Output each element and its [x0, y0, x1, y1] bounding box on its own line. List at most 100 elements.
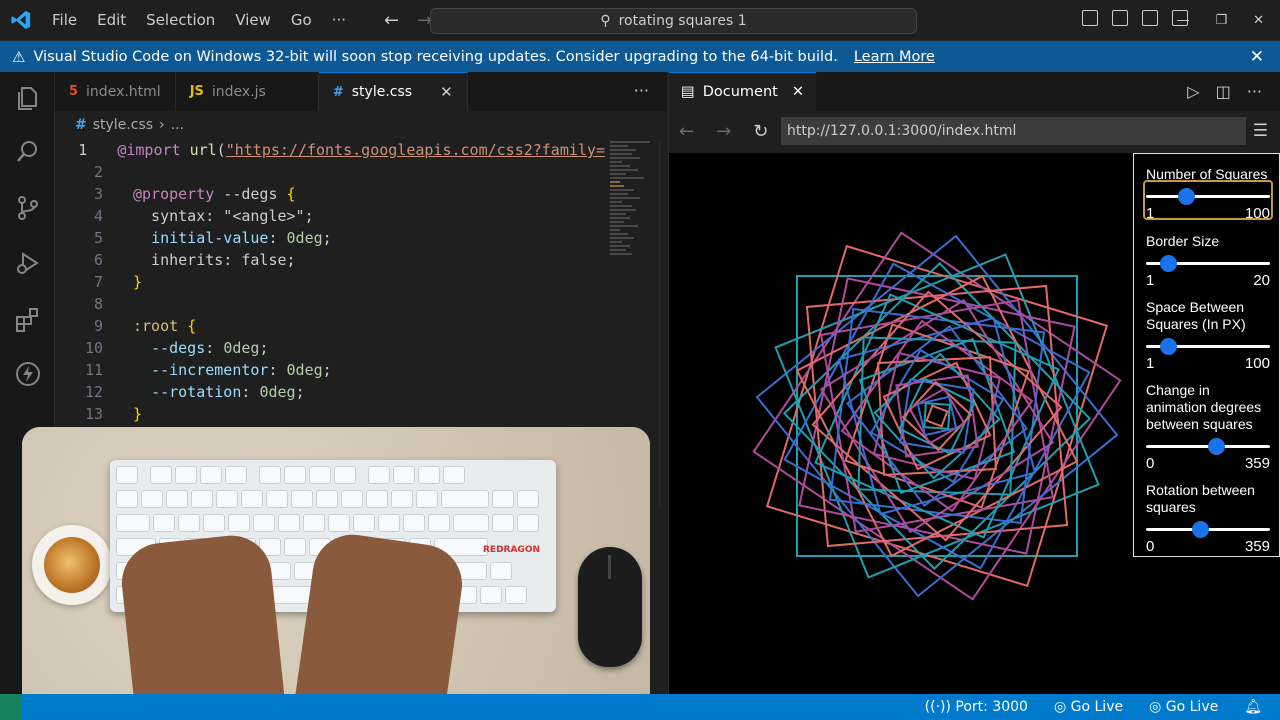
- slider-thumb[interactable]: [1192, 521, 1209, 538]
- control-rotation: Rotation between squares 0 359: [1146, 482, 1270, 555]
- border-slider[interactable]: [1146, 255, 1270, 272]
- editor-tabs: 5 index.html JS index.js # style.css ✕ ·…: [55, 72, 667, 111]
- source-control-icon[interactable]: [14, 194, 42, 222]
- simple-browser-group: ▤ Document ✕ ▷ ◫ ··· ← → ↻ http://127.0.…: [668, 72, 1280, 694]
- square-shape: [828, 307, 1046, 525]
- editor-scrollbar[interactable]: [659, 139, 667, 509]
- code-line: 4 syntax: "<angle>";: [93, 207, 314, 225]
- control-space-between: Space Between Squares (In PX) 1 100: [1146, 299, 1270, 372]
- run-icon[interactable]: ▷: [1187, 82, 1199, 101]
- square-shape: [840, 319, 1034, 513]
- minimize-icon[interactable]: —: [1176, 13, 1189, 28]
- code-line: 6 inherits: false;: [93, 251, 296, 269]
- close-tab-icon[interactable]: ✕: [440, 83, 453, 101]
- slider-max: 100: [1244, 355, 1270, 372]
- title-bar: File Edit Selection View Go ··· ← → ⚲ ro…: [0, 0, 1280, 41]
- learn-more-link[interactable]: Learn More: [854, 49, 935, 65]
- menu-view[interactable]: View: [225, 0, 281, 41]
- browser-back-icon[interactable]: ←: [679, 121, 694, 142]
- slider-thumb[interactable]: [1160, 338, 1177, 355]
- square-shape: [925, 404, 949, 428]
- slider-min: 1: [1146, 205, 1155, 222]
- command-center[interactable]: ⚲ rotating squares 1: [430, 8, 917, 34]
- code-line: 13}: [84, 405, 143, 423]
- square-shape: [877, 356, 997, 476]
- notifications-bell-icon[interactable]: 🔔︎: [1244, 699, 1262, 715]
- menu-file[interactable]: File: [42, 0, 87, 41]
- tab-label: index.js: [211, 83, 266, 100]
- html-file-icon: 5: [69, 84, 79, 99]
- split-editor-icon[interactable]: ◫: [1216, 82, 1231, 101]
- menu-go[interactable]: Go: [281, 0, 322, 41]
- browser-menu-icon[interactable]: ☰: [1253, 121, 1268, 141]
- vscode-logo-icon: [0, 0, 42, 41]
- tab-index-js[interactable]: JS index.js: [176, 72, 319, 111]
- tab-document[interactable]: ▤ Document ✕: [669, 72, 816, 111]
- chevron-right-icon: ›: [159, 117, 165, 133]
- remote-indicator[interactable]: [0, 694, 22, 720]
- run-debug-icon[interactable]: [14, 249, 42, 277]
- rotating-squares-art: [752, 231, 1122, 601]
- code-line: 10 --degs: 0deg;: [84, 339, 269, 357]
- breadcrumb-rest[interactable]: ...: [171, 117, 184, 133]
- slider-min: 0: [1146, 538, 1155, 555]
- slider-thumb[interactable]: [1160, 255, 1177, 272]
- close-banner-icon[interactable]: ✕: [1250, 47, 1264, 67]
- preview-tabs: ▤ Document ✕ ▷ ◫ ···: [669, 72, 1280, 111]
- slider-thumb[interactable]: [1208, 438, 1225, 455]
- square-shape: [837, 316, 1037, 516]
- close-tab-icon[interactable]: ✕: [792, 84, 804, 100]
- square-shape: [774, 253, 1100, 579]
- desk-camera-overlay: REDRAGON: [22, 427, 650, 720]
- square-shape: [755, 234, 1119, 598]
- broadcast-icon: ((·)): [924, 699, 951, 715]
- close-window-icon[interactable]: ✕: [1253, 13, 1264, 28]
- change-slider[interactable]: [1146, 438, 1270, 455]
- reload-icon[interactable]: ↻: [753, 121, 768, 142]
- code-line: 11 --incrementor: 0deg;: [84, 361, 332, 379]
- rotation-slider[interactable]: [1146, 521, 1270, 538]
- menu-edit[interactable]: Edit: [87, 0, 136, 41]
- squares-slider[interactable]: [1146, 188, 1270, 205]
- tab-style-css[interactable]: # style.css ✕: [318, 72, 468, 111]
- code-line: 8: [93, 295, 103, 313]
- toggle-panel-icon[interactable]: [1112, 10, 1128, 26]
- more-actions-icon[interactable]: ···: [1247, 82, 1262, 101]
- back-arrow-icon[interactable]: ←: [384, 10, 399, 31]
- left-hand-image: [117, 531, 289, 720]
- go-live-button[interactable]: ◎ Go Live: [1054, 699, 1123, 715]
- extensions-icon[interactable]: [14, 306, 42, 334]
- breadcrumb: # style.css › ...: [55, 111, 667, 139]
- slider-min: 1: [1146, 272, 1155, 289]
- browser-forward-icon[interactable]: →: [716, 121, 731, 142]
- mouse-image: [578, 547, 642, 667]
- tab-index-html[interactable]: 5 index.html: [55, 72, 176, 111]
- toggle-secondary-sidebar-icon[interactable]: [1142, 10, 1158, 26]
- banner-message: Visual Studio Code on Windows 32-bit wil…: [33, 48, 838, 65]
- preview-actions: ▷ ◫ ···: [1187, 82, 1262, 101]
- css-file-icon: #: [332, 84, 344, 100]
- command-center-label: rotating squares 1: [618, 13, 747, 29]
- port-status[interactable]: ((·)) Port: 3000: [925, 699, 1028, 715]
- explorer-icon[interactable]: [14, 84, 42, 112]
- slider-thumb[interactable]: [1178, 188, 1195, 205]
- more-actions-icon[interactable]: ···: [634, 81, 649, 100]
- lightning-icon[interactable]: [14, 360, 42, 388]
- right-hand-image: [290, 529, 468, 720]
- breadcrumb-file[interactable]: style.css: [93, 117, 153, 133]
- tab-label: Document: [702, 84, 778, 100]
- square-shape: [908, 387, 966, 445]
- go-live-button-2[interactable]: ◎ Go Live: [1149, 699, 1218, 715]
- minimap[interactable]: [610, 139, 660, 339]
- layout-controls: [1082, 10, 1188, 26]
- toggle-primary-sidebar-icon[interactable]: [1082, 10, 1098, 26]
- coffee-cup-image: [32, 525, 112, 605]
- code-editor[interactable]: 1 @import url("https://fonts.googleapis.c…: [55, 139, 605, 425]
- restore-icon[interactable]: ❐: [1215, 13, 1227, 28]
- search-icon[interactable]: [14, 138, 42, 166]
- space-slider[interactable]: [1146, 338, 1270, 355]
- url-bar[interactable]: http://127.0.0.1:3000/index.html: [781, 117, 1246, 145]
- menu-selection[interactable]: Selection: [136, 0, 225, 41]
- menu-more[interactable]: ···: [322, 0, 356, 41]
- control-label: Rotation between squares: [1146, 482, 1255, 515]
